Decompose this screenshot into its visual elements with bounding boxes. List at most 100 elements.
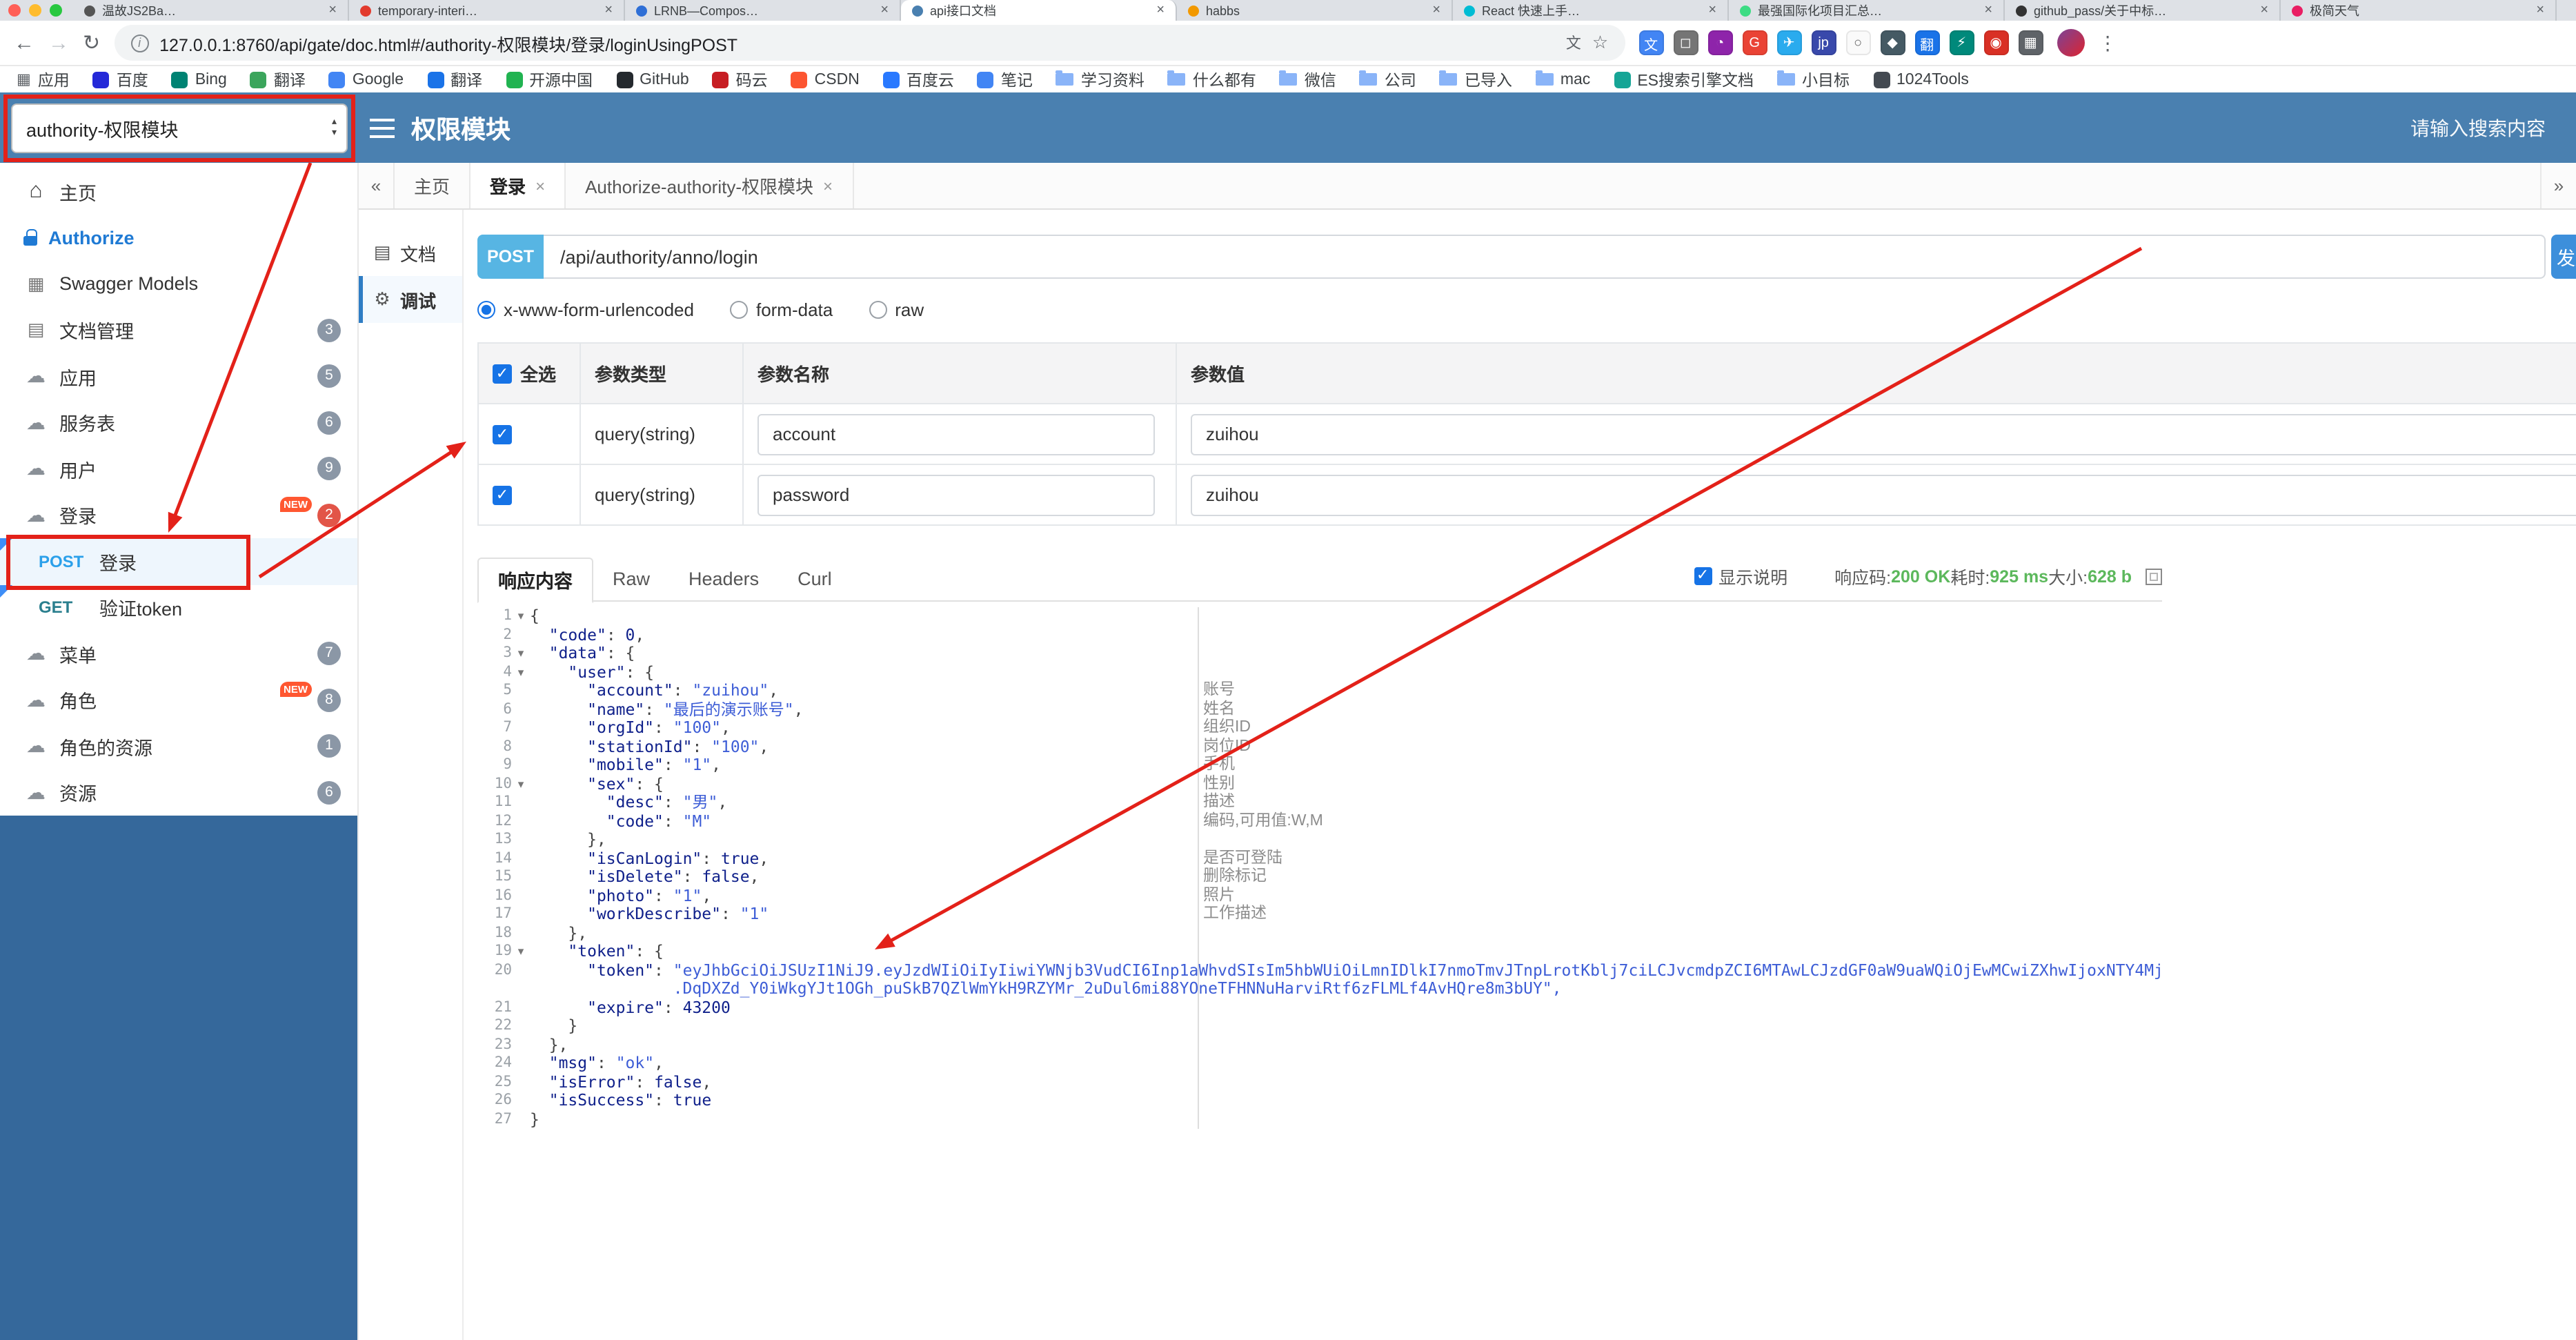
fold-toggle-icon[interactable]: ▾ <box>512 943 530 961</box>
sidebar-item[interactable]: 角色 NEW 8 <box>0 677 357 723</box>
tabs-scroll-right-icon[interactable] <box>2540 163 2576 208</box>
bookmark-folder[interactable]: 微信 <box>1279 68 1336 90</box>
sidebar-item[interactable]: Authorize <box>0 215 357 261</box>
tab-close-icon[interactable]: × <box>1156 3 1165 18</box>
browser-tab[interactable]: 温故JS2Ba… × <box>73 0 349 21</box>
browser-tab[interactable]: React 快速上手… × <box>1453 0 1729 21</box>
sidebar-item[interactable]: 文档管理 3 <box>0 307 357 353</box>
sidebar-item[interactable]: 菜单 7 <box>0 631 357 677</box>
bookmark-item[interactable]: GitHub <box>616 71 689 88</box>
translate-page-icon[interactable]: 文 <box>1566 32 1581 54</box>
fold-toggle-icon[interactable]: ▾ <box>512 644 530 663</box>
response-tab[interactable]: Raw <box>593 556 669 602</box>
bookmark-item[interactable]: 应用 <box>17 68 70 90</box>
browser-tab[interactable]: 最强国际化项目汇总… × <box>1729 0 2005 21</box>
bookmark-item[interactable]: 开源中国 <box>506 68 593 90</box>
content-tab[interactable]: Authorize-authority-权限模块 × <box>566 163 854 208</box>
param-value-input[interactable] <box>1191 474 2576 515</box>
sidebar-endpoint-get[interactable]: GET 验证token <box>0 584 357 631</box>
bookmark-item[interactable]: 翻译 <box>427 68 482 90</box>
tab-close-icon[interactable]: × <box>604 3 613 18</box>
timer-extension-icon[interactable]: ◉ <box>1983 30 2009 55</box>
show-description-checkbox[interactable]: ✓ <box>1694 567 1712 585</box>
content-type-option[interactable]: form-data <box>729 299 833 319</box>
param-name-input[interactable] <box>757 474 1155 515</box>
tab-close-icon[interactable]: × <box>1708 3 1716 18</box>
tab-close-icon[interactable]: × <box>823 176 833 195</box>
response-tab[interactable]: Curl <box>778 556 851 602</box>
sidebar-item[interactable]: 资源 6 <box>0 769 357 816</box>
bookmark-item[interactable]: 1024Tools <box>1873 71 1969 88</box>
header-search-input[interactable] <box>2297 117 2546 139</box>
bookmark-item[interactable]: 百度 <box>92 68 148 90</box>
reload-icon[interactable]: ↻ <box>83 32 100 53</box>
profile-avatar[interactable] <box>2057 29 2085 57</box>
doc-nav-item[interactable]: 调试 <box>359 276 462 323</box>
sidebar-item[interactable]: 登录 NEW 2 <box>0 492 357 538</box>
param-checkbox[interactable]: ✓ <box>493 425 512 445</box>
google-extension-icon[interactable]: G <box>1742 30 1767 55</box>
sidebar-item[interactable]: 应用 5 <box>0 353 357 400</box>
address-bar[interactable]: i 127.0.0.1:8760/api/gate/doc.html#/auth… <box>114 25 1625 61</box>
telegram-extension-icon[interactable]: ✈ <box>1776 30 1802 55</box>
module-select[interactable]: authority-权限模块 ▴ ▾ <box>11 103 348 152</box>
sidebar-item[interactable]: 主页 <box>0 168 357 215</box>
tab-close-icon[interactable]: × <box>2536 3 2544 18</box>
radio-icon[interactable] <box>477 300 495 318</box>
sidebar-item[interactable]: Swagger Models <box>0 261 357 307</box>
page-info-icon[interactable]: i <box>130 34 149 52</box>
bookmark-item[interactable]: ES搜索引擎文档 <box>1614 68 1754 90</box>
bookmark-star-icon[interactable]: ☆ <box>1592 32 1608 54</box>
bookmark-item[interactable]: 码云 <box>712 68 768 90</box>
response-tab[interactable]: 响应内容 <box>477 558 593 603</box>
sidebar-endpoint-post[interactable]: POST 登录 <box>0 538 357 584</box>
fold-toggle-icon[interactable]: ▾ <box>512 607 530 626</box>
content-type-option[interactable]: raw <box>869 299 924 319</box>
content-type-option[interactable]: x-www-form-urlencoded <box>477 299 694 319</box>
fanyi-extension-icon[interactable]: 翻 <box>1914 30 1940 55</box>
content-tab[interactable]: 主页 <box>395 163 471 208</box>
param-checkbox[interactable]: ✓ <box>493 486 512 506</box>
tab-close-icon[interactable]: × <box>2260 3 2268 18</box>
back-icon[interactable]: ← <box>14 32 34 53</box>
tab-close-icon[interactable]: × <box>535 176 545 195</box>
select-all-checkbox[interactable]: ✓ <box>493 364 512 383</box>
bookmark-item[interactable]: Google <box>328 71 404 88</box>
bookmark-item[interactable]: 笔记 <box>977 68 1033 90</box>
fullscreen-icon[interactable] <box>2146 568 2162 584</box>
tab-close-icon[interactable]: × <box>1984 3 1992 18</box>
browser-tab[interactable]: temporary-interi… × <box>349 0 625 21</box>
bolt-extension-icon[interactable]: ⚡ <box>1949 30 1974 55</box>
browser-tab[interactable]: habbs × <box>1177 0 1453 21</box>
bookmark-item[interactable]: 翻译 <box>250 68 306 90</box>
bookmark-folder[interactable]: 已导入 <box>1439 68 1512 90</box>
jp-dict-extension-icon[interactable]: jp <box>1811 30 1836 55</box>
send-button[interactable]: 发送 <box>2551 235 2576 279</box>
tab-close-icon[interactable]: × <box>328 3 337 18</box>
history-extension-icon[interactable]: ◔ <box>1707 30 1733 55</box>
browser-tab[interactable]: LRNB—Compos… × <box>625 0 901 21</box>
bookmark-item[interactable]: 百度云 <box>882 68 954 90</box>
bookmark-item[interactable]: Bing <box>171 71 227 88</box>
grid-extension-icon[interactable]: ▦ <box>2018 30 2043 55</box>
translate-extension-icon[interactable]: 文 <box>1638 30 1664 55</box>
content-tab[interactable]: 登录 × <box>470 163 566 208</box>
browser-tab[interactable]: api接口文档 × <box>901 0 1177 21</box>
bookmark-folder[interactable]: 小目标 <box>1777 68 1850 90</box>
circle-extension-icon[interactable]: ○ <box>1845 30 1871 55</box>
bookmark-folder[interactable]: 学习资料 <box>1056 68 1145 90</box>
menu-toggle-icon[interactable] <box>370 118 395 137</box>
request-url-input[interactable] <box>544 235 2546 279</box>
sidebar-item[interactable]: 用户 9 <box>0 446 357 492</box>
browser-tab[interactable]: github_pass/关于中标… × <box>2005 0 2281 21</box>
radio-icon[interactable] <box>729 300 748 318</box>
bookmark-folder[interactable]: 什么都有 <box>1167 68 1256 90</box>
shield-extension-icon[interactable]: ◆ <box>1880 30 1905 55</box>
browser-tab[interactable]: 极简天气 × <box>2281 0 2557 21</box>
bookmark-folder[interactable]: 公司 <box>1359 68 1416 90</box>
bookmark-item[interactable]: CSDN <box>791 71 860 88</box>
response-tab[interactable]: Headers <box>669 556 778 602</box>
sidebar-item[interactable]: 服务表 6 <box>0 400 357 446</box>
tab-close-icon[interactable]: × <box>880 3 889 18</box>
param-name-input[interactable] <box>757 413 1155 455</box>
